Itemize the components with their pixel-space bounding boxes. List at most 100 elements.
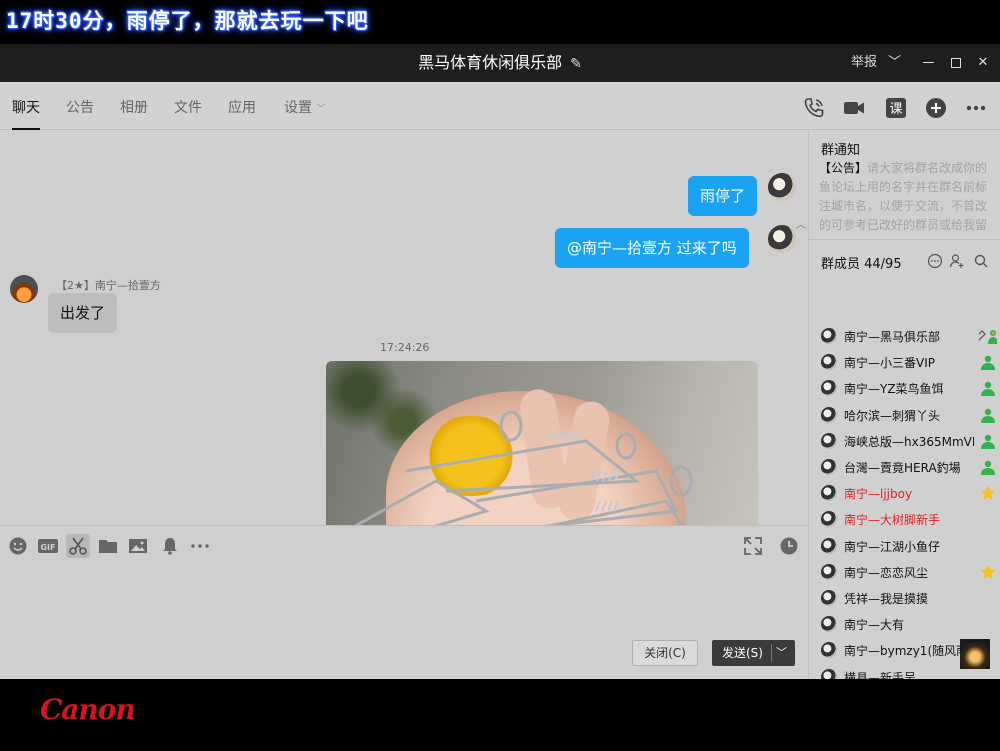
member-name: 南宁—江湖小鱼仔 — [844, 539, 941, 554]
member-avatar[interactable] — [821, 642, 837, 659]
member-avatar[interactable] — [821, 616, 837, 633]
chevron-down-icon[interactable]: ﹀ — [776, 640, 787, 666]
tab-album[interactable]: 相册 — [120, 82, 148, 130]
member-row[interactable]: 南宁—黑马俱乐部 — [821, 326, 999, 346]
svg-text:课: 课 — [889, 102, 902, 117]
member-row[interactable]: 南宁—大有 — [821, 614, 999, 634]
members-count: 群成员 44/95 — [821, 257, 902, 272]
member-name: 海峡总版—hx365MmVIP — [844, 434, 974, 449]
send-button[interactable]: 发送(S) ﹀ — [712, 640, 795, 666]
member-photo-thumbnail[interactable] — [960, 639, 990, 669]
message-timestamp: 17:24:26 — [380, 341, 430, 354]
more-icon[interactable] — [188, 534, 212, 558]
member-avatar[interactable] — [821, 380, 837, 397]
member-row[interactable]: 南宁—ljjboy — [821, 483, 999, 503]
scroll-up-icon[interactable]: ︿ — [796, 216, 806, 231]
tab-bar: 聊天 公告 相册 文件 应用 设置 ﹀ 课 — [0, 82, 1000, 130]
lesson-icon[interactable]: 课 — [884, 96, 908, 120]
maximize-button[interactable] — [946, 44, 966, 82]
tab-announcement[interactable]: 公告 — [66, 82, 94, 130]
report-button[interactable]: 举报 — [851, 44, 877, 82]
gif-icon[interactable]: GIF — [36, 534, 60, 558]
video-call-icon[interactable] — [842, 96, 866, 120]
chevron-down-icon: ﹀ — [316, 104, 326, 115]
tab-settings-label: 设置 — [284, 100, 312, 116]
member-name: 南宁—bymzy1(随风雨至) — [844, 644, 974, 659]
member-row[interactable]: 南宁—恋恋风尘 — [821, 562, 999, 582]
bell-icon[interactable] — [158, 534, 182, 558]
member-row[interactable]: 海峡总版—hx365MmVIP — [821, 431, 999, 451]
member-name: 南宁—小三番VIP — [844, 356, 935, 371]
member-row[interactable]: 台灣—賣竟HERA釣場 — [821, 457, 999, 477]
edit-name-icon[interactable]: ✎ — [570, 45, 582, 83]
tab-apps[interactable]: 应用 — [228, 82, 256, 130]
member-avatar[interactable] — [821, 459, 837, 475]
message-bubble: 雨停了 — [688, 176, 758, 216]
add-circle-icon[interactable] — [924, 96, 948, 120]
search-icon[interactable] — [973, 253, 989, 269]
chevron-down-icon[interactable]: ﹀ — [888, 44, 901, 82]
member-row[interactable]: 南宁—小三番VIP — [821, 352, 999, 372]
brand-logo: Canon — [40, 693, 136, 726]
minimize-button[interactable] — [918, 44, 938, 82]
tab-files[interactable]: 文件 — [174, 82, 202, 130]
tab-chat[interactable]: 聊天 — [12, 82, 40, 130]
member-name: 哈尔滨—刺猬丫头 — [844, 408, 941, 423]
emoji-icon[interactable] — [6, 534, 30, 558]
more-icon[interactable] — [964, 96, 988, 120]
star-badge-icon — [979, 563, 997, 581]
member-name: 台灣—賣竟HERA釣場 — [844, 461, 961, 475]
member-name: 南宁—ljjboy — [844, 487, 913, 502]
input-toolbar: GIF — [0, 525, 808, 565]
message-list[interactable]: ︿ 雨停了 @南宁—拾壹方 过来了吗 【2★】南宁—拾壹方 出发了 17:24:… — [0, 131, 808, 525]
member-row[interactable]: 凭祥—我是摸摸 — [821, 588, 999, 608]
close-button[interactable]: 关闭(C) — [632, 640, 698, 666]
avatar[interactable] — [10, 275, 38, 303]
admin-badge-icon — [979, 353, 997, 371]
message-bubble: 出发了 — [48, 293, 118, 333]
member-row[interactable]: 南宁—大树脚新手 — [821, 509, 999, 529]
phone-call-icon[interactable] — [802, 96, 826, 120]
member-avatar[interactable] — [821, 590, 837, 606]
member-avatar[interactable] — [821, 354, 837, 371]
member-name: 南宁—YZ菜鸟鱼饵 — [844, 382, 944, 397]
member-row[interactable]: 哈尔滨—刺猬丫头 — [821, 405, 999, 425]
member-avatar[interactable] — [821, 485, 837, 502]
message-bubble: @南宁—拾壹方 过来了吗 — [555, 228, 749, 268]
member-avatar[interactable] — [821, 432, 837, 449]
chat-bubble-icon[interactable] — [927, 253, 943, 269]
member-name: 南宁—恋恋风尘 — [844, 565, 929, 580]
member-avatar[interactable] — [821, 328, 837, 344]
expand-icon[interactable] — [741, 534, 765, 558]
add-member-icon[interactable] — [949, 253, 965, 269]
close-window-button[interactable]: ✕ — [973, 44, 993, 82]
avatar[interactable] — [768, 173, 796, 201]
admin-badge-icon — [979, 458, 997, 476]
member-avatar[interactable] — [821, 563, 837, 580]
svg-text:GIF: GIF — [40, 543, 55, 552]
window-title: 黑马体育休闲俱乐部 — [418, 53, 563, 72]
history-clock-icon[interactable] — [777, 534, 801, 558]
bottom-bar: Canon — [0, 679, 1000, 751]
member-row[interactable]: 南宁—江湖小鱼仔 — [821, 536, 999, 556]
member-avatar[interactable] — [821, 406, 837, 423]
notice-body[interactable]: 【公告】请大家将群名改成你的鱼论坛上用的名字并在群名前标注城市名，以便于交流，不… — [819, 159, 997, 235]
member-row[interactable]: 南宁—YZ菜鸟鱼饵 — [821, 378, 999, 398]
scissors-icon[interactable] — [66, 534, 90, 558]
member-name: 南宁—大有 — [844, 618, 905, 633]
image-icon[interactable] — [126, 534, 150, 558]
folder-icon[interactable] — [96, 534, 120, 558]
sender-name: 【2★】南宁—拾壹方 — [56, 279, 161, 292]
notice-tag: 【公告】 — [819, 161, 868, 175]
member-name: 凭祥—我是摸摸 — [844, 592, 929, 606]
member-avatar[interactable] — [821, 511, 837, 528]
member-name: 南宁—大树脚新手 — [844, 513, 941, 528]
member-avatar[interactable] — [821, 537, 837, 554]
overlay-caption: 17时30分，雨停了，那就去玩一下吧 — [6, 9, 369, 33]
group-sidebar: 群通知 【公告】请大家将群名改成你的鱼论坛上用的名字并在群名前标注城市名，以便于… — [808, 131, 1000, 711]
photo-message[interactable] — [326, 361, 758, 525]
tab-settings[interactable]: 设置 ﹀ — [284, 82, 326, 130]
owner-badge-icon — [973, 327, 998, 345]
message-input[interactable]: 关闭(C) 发送(S) ﹀ — [0, 565, 808, 679]
avatar[interactable] — [768, 225, 796, 253]
